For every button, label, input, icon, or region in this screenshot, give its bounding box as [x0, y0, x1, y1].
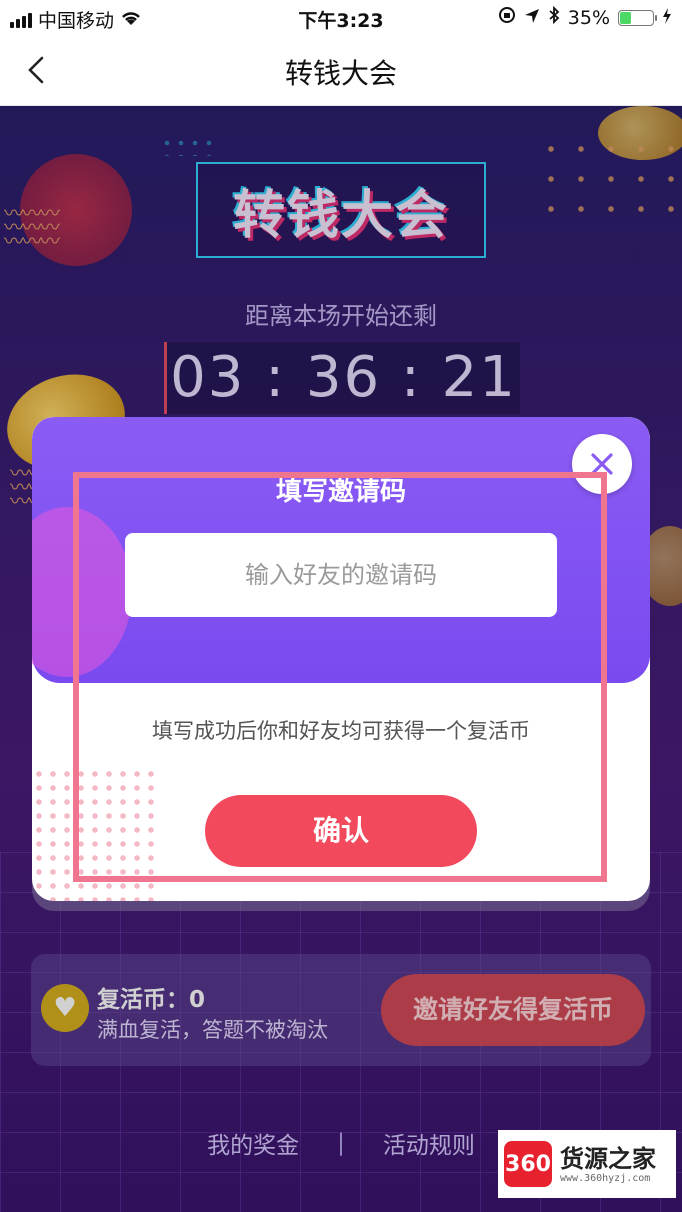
decor-dots — [32, 767, 162, 901]
watermark: 360 货源之家 www.360hyzj.com — [498, 1130, 676, 1198]
invite-code-input[interactable] — [125, 533, 557, 617]
watermark-text: 货源之家 www.360hyzj.com — [560, 1145, 656, 1184]
reward-hint: 填写成功后你和好友均可获得一个复活币 — [152, 719, 530, 743]
charging-icon — [662, 7, 672, 29]
status-bar-right: 35% — [498, 5, 672, 29]
status-bar: 中国移动 下午3:23 35% — [0, 0, 682, 34]
decor-blob — [32, 507, 132, 677]
nav-bar: 转钱大会 — [0, 34, 682, 106]
battery-percent: 35% — [567, 6, 610, 29]
modal-title: 填写邀请码 — [275, 477, 406, 507]
watermark-name: 货源之家 — [560, 1144, 656, 1173]
location-icon — [524, 7, 540, 29]
confirm-button[interactable]: 确认 — [205, 795, 477, 867]
bluetooth-icon — [548, 5, 560, 29]
orientation-lock-icon — [498, 6, 516, 29]
invite-code-modal: 填写邀请码 填写成功后你和好友均可获得一个复活币 确认 — [32, 417, 650, 901]
close-icon — [591, 453, 613, 475]
page-title: 转钱大会 — [284, 57, 397, 90]
modal-header: 填写邀请码 — [32, 417, 650, 683]
watermark-url: www.360hyzj.com — [560, 1172, 651, 1184]
watermark-logo: 360 — [504, 1141, 552, 1187]
close-button[interactable] — [572, 434, 632, 494]
battery-icon — [618, 9, 657, 26]
